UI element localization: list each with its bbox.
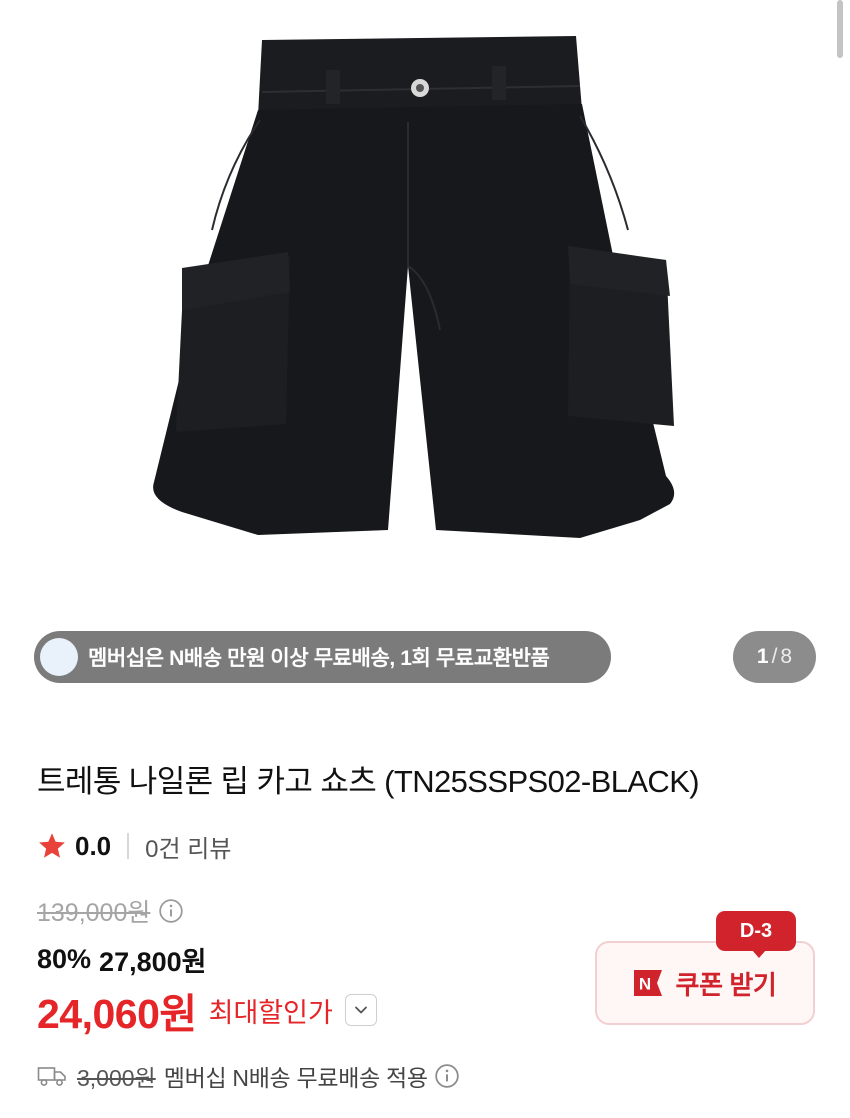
svg-text:N: N — [638, 975, 650, 994]
counter-total: 8 — [780, 645, 793, 668]
star-icon — [39, 833, 65, 858]
membership-promo-banner[interactable]: 멤버십은 N배송 만원 이상 무료배송, 1회 무료교환반품 — [34, 631, 611, 683]
rating-row[interactable]: 0.0 0건 리뷰 — [37, 826, 231, 866]
info-icon[interactable] — [434, 1063, 460, 1089]
coupon-button-label: 쿠폰 받기 — [675, 969, 777, 1000]
counter-separator: / — [771, 645, 778, 668]
original-price-row: 139,000원 — [37, 893, 184, 929]
scrollbar[interactable] — [837, 0, 843, 58]
promo-text: 멤버십은 N배송 만원 이상 무료배송, 1회 무료교환반품 — [88, 647, 550, 670]
rating-value: 0.0 — [75, 830, 112, 861]
final-price: 24,060원 — [37, 991, 197, 1037]
coupon-deadline-badge: D-3 — [716, 911, 796, 958]
truck-icon — [37, 1067, 66, 1086]
promo-avatar — [40, 638, 78, 676]
review-count-link[interactable]: 0건 리뷰 — [145, 829, 231, 864]
shipping-benefit-text: 멤버십 N배송 무료배송 적용 — [163, 1065, 428, 1091]
product-image-cargo-shorts — [153, 36, 675, 538]
original-price: 139,000원 — [37, 899, 151, 927]
product-image-gallery[interactable]: 멤버십은 N배송 만원 이상 무료배송, 1회 무료교환반품 1 / 8 — [0, 0, 850, 700]
discount-row: 80% 27,800원 — [37, 940, 206, 978]
get-coupon-button[interactable]: N 쿠폰 받기 — [595, 941, 815, 1025]
chevron-down-icon — [354, 1006, 367, 1014]
divider — [127, 833, 130, 859]
discounted-price: 27,800원 — [99, 946, 207, 977]
price-detail-toggle[interactable] — [344, 994, 377, 1026]
info-icon[interactable] — [158, 898, 184, 924]
final-price-row: 24,060원 최대할인가 — [37, 985, 377, 1037]
product-title: 트레통 나일론 립 카고 쇼츠 (TN25SSPS02-BLACK) — [37, 764, 700, 799]
image-counter: 1 / 8 — [733, 631, 816, 683]
shipping-fee: 3,000원 — [77, 1065, 156, 1091]
counter-current: 1 — [756, 645, 769, 668]
n-logo-icon: N — [633, 970, 662, 996]
final-price-label: 최대할인가 — [208, 997, 333, 1028]
discount-rate: 80% — [37, 943, 92, 974]
shipping-info-row: 3,000원 멤버십 N배송 무료배송 적용 — [37, 1058, 460, 1094]
